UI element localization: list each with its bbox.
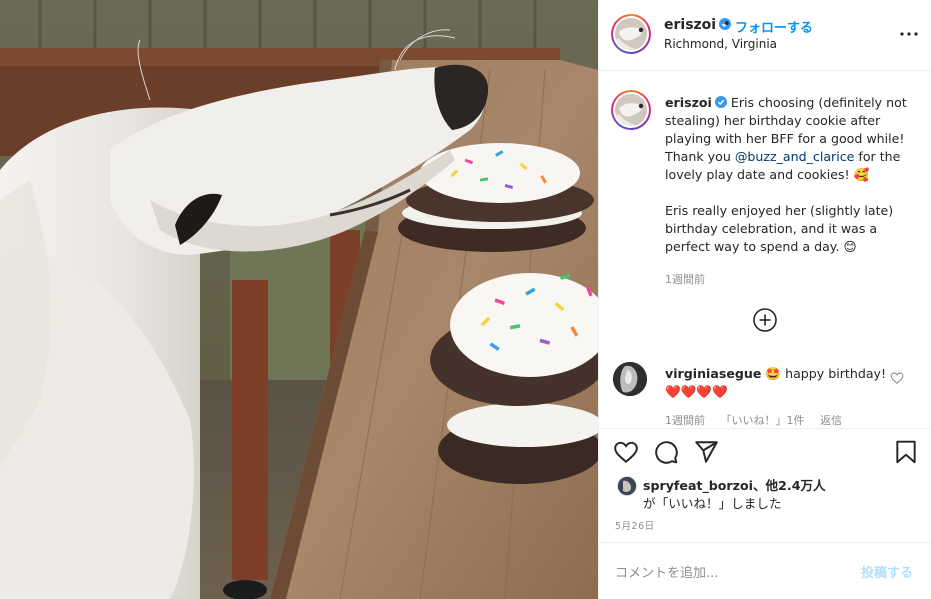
caption-time-ago[interactable]: 1週間前 — [665, 271, 705, 287]
comment-meta: 1週間前 「いいね！」1件 返信 — [665, 412, 854, 428]
author-username[interactable]: eriszoi — [664, 17, 732, 33]
liker-username[interactable]: spryfeat_borzoi — [643, 478, 753, 493]
comments-section[interactable]: eriszoi Eris choosing (definitely not st… — [599, 72, 931, 428]
follow-button[interactable]: フォローする — [735, 17, 813, 36]
comment-likes-count[interactable]: 「いいね！」1件 — [721, 414, 805, 427]
heart-icon[interactable] — [613, 439, 639, 465]
comment-item: virginiasegue 🤩 happy birthday! ❤️❤️❤️❤️ — [665, 365, 891, 401]
post-photo[interactable] — [0, 0, 598, 599]
comment-input[interactable]: コメントを追加... — [615, 562, 718, 581]
liker-avatar[interactable] — [617, 476, 637, 496]
likes-line-1: spryfeat_borzoi、他2.4万人 — [643, 475, 826, 494]
commenter-avatar-image — [613, 362, 647, 396]
more-options-icon[interactable] — [897, 22, 921, 46]
post-comment-button[interactable]: 投稿する — [861, 562, 913, 581]
post-location[interactable]: Richmond, Virginia — [664, 37, 777, 51]
action-bar — [599, 428, 931, 472]
likes-summary: spryfeat_borzoi、他2.4万人 が「いいね！」しました — [599, 472, 931, 512]
save-icon[interactable] — [893, 439, 919, 465]
commenter-username[interactable]: virginiasegue — [665, 366, 761, 381]
add-comment-bar: コメントを追加... 投稿する — [599, 542, 931, 599]
caption-paragraph-2: Eris really enjoyed her (slightly late) … — [665, 203, 894, 254]
post-side-panel: eriszoi • フォローする Richmond, Virginia eris… — [598, 0, 931, 599]
caption-author-avatar[interactable] — [611, 90, 651, 130]
caption-username[interactable]: eriszoi — [665, 95, 712, 110]
dog-avatar-image — [615, 18, 647, 50]
likes-others-count[interactable]: 、他2.4万人 — [753, 478, 826, 493]
share-icon[interactable] — [693, 439, 719, 465]
post-header: eriszoi • フォローする Richmond, Virginia — [599, 0, 931, 71]
load-more-icon[interactable] — [752, 307, 778, 333]
post-image-dog-with-cookies — [0, 0, 598, 599]
liker-avatar-image — [618, 477, 636, 495]
caption-mention-link[interactable]: @buzz_and_clarice — [735, 149, 855, 164]
post-date[interactable]: 5月26日 — [615, 518, 655, 532]
likes-line-2: が「いいね！」しました — [643, 496, 782, 511]
dog-avatar-image — [615, 94, 647, 126]
comment-icon[interactable] — [653, 439, 679, 465]
header-separator: • — [723, 17, 731, 32]
post-caption: eriszoi Eris choosing (definitely not st… — [665, 94, 919, 256]
verified-icon — [714, 96, 727, 108]
commenter-avatar[interactable] — [613, 362, 647, 396]
comment-reply-button[interactable]: 返信 — [820, 414, 842, 427]
author-username-text[interactable]: eriszoi — [664, 17, 716, 33]
comment-time-ago[interactable]: 1週間前 — [665, 414, 705, 427]
small-heart-icon[interactable] — [890, 371, 904, 385]
author-avatar[interactable] — [611, 14, 651, 54]
